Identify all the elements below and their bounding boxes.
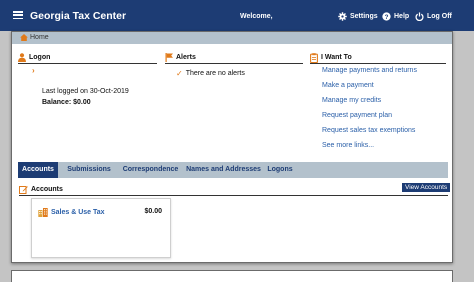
logon-section-header: Logon — [18, 52, 157, 64]
tab-submissions[interactable]: Submissions — [63, 162, 115, 178]
balance-text: Balance: $0.00 — [42, 99, 91, 106]
alerts-section-header: Alerts — [165, 52, 303, 64]
logon-expand-chevron-icon[interactable]: › — [32, 66, 35, 75]
breadcrumb: Home — [12, 32, 452, 44]
account-amount: $0.00 — [144, 208, 162, 215]
no-alerts-message: ✓ There are no alerts — [176, 69, 245, 78]
home-link[interactable]: Home — [20, 34, 49, 41]
account-card-sales-use-tax[interactable]: Sales & Use Tax $0.00 — [31, 198, 171, 258]
app-title: Georgia Tax Center — [30, 10, 127, 22]
home-label: Home — [30, 34, 49, 41]
clipboard-icon — [310, 52, 318, 63]
edit-icon — [19, 186, 28, 194]
power-icon — [415, 12, 424, 21]
person-icon — [18, 53, 26, 62]
help-link[interactable]: ? Help — [382, 12, 409, 21]
check-icon: ✓ — [176, 69, 183, 78]
link-request-payment-plan[interactable]: Request payment plan — [322, 112, 417, 127]
link-manage-credits[interactable]: Manage my credits — [322, 97, 417, 112]
top-header-bar: Georgia Tax Center Welcome, Settings ? H… — [0, 0, 474, 31]
hamburger-menu-icon[interactable] — [13, 11, 23, 20]
i-want-to-section-header: I Want To — [310, 52, 446, 64]
accounts-section-header: Accounts — [19, 184, 448, 196]
tab-accounts[interactable]: Accounts — [18, 162, 58, 178]
view-accounts-button[interactable]: View Accounts — [402, 183, 451, 192]
alerts-title: Alerts — [176, 54, 196, 61]
tab-correspondence[interactable]: Correspondence — [119, 162, 182, 178]
svg-text:?: ? — [385, 14, 389, 21]
help-label: Help — [394, 13, 410, 20]
tab-names-addresses[interactable]: Names and Addresses — [185, 162, 262, 178]
account-name-link[interactable]: Sales & Use Tax — [38, 208, 105, 217]
tab-bar: Accounts Submissions Correspondence Name… — [18, 162, 448, 178]
account-name-label: Sales & Use Tax — [51, 209, 105, 216]
i-want-to-title: I Want To — [321, 54, 352, 61]
no-alerts-text: There are no alerts — [185, 70, 245, 77]
link-make-payment[interactable]: Make a payment — [322, 82, 417, 97]
welcome-text: Welcome, — [240, 13, 273, 20]
gear-icon — [338, 12, 347, 21]
logon-title: Logon — [29, 54, 51, 61]
i-want-to-links: Manage payments and returns Make a payme… — [322, 67, 417, 157]
logoff-link[interactable]: Log Off — [415, 12, 452, 21]
link-see-more[interactable]: See more links... — [322, 142, 417, 157]
link-manage-payments-returns[interactable]: Manage payments and returns — [322, 67, 417, 82]
last-logged-text: Last logged on 30-Oct-2019 — [42, 88, 129, 95]
bottom-panel — [11, 270, 453, 282]
settings-label: Settings — [350, 13, 378, 20]
buildings-icon — [38, 208, 48, 217]
settings-link[interactable]: Settings — [338, 12, 378, 21]
main-panel: Home Logon › Last logged on 30-Oct-2019 … — [11, 31, 453, 263]
link-request-sales-tax-exemptions[interactable]: Request sales tax exemptions — [322, 127, 417, 142]
flag-icon — [165, 53, 173, 62]
logoff-label: Log Off — [427, 13, 452, 20]
question-icon: ? — [382, 12, 391, 21]
tab-logons[interactable]: Logons — [265, 162, 295, 178]
accounts-title: Accounts — [31, 186, 63, 193]
home-icon — [20, 34, 28, 41]
